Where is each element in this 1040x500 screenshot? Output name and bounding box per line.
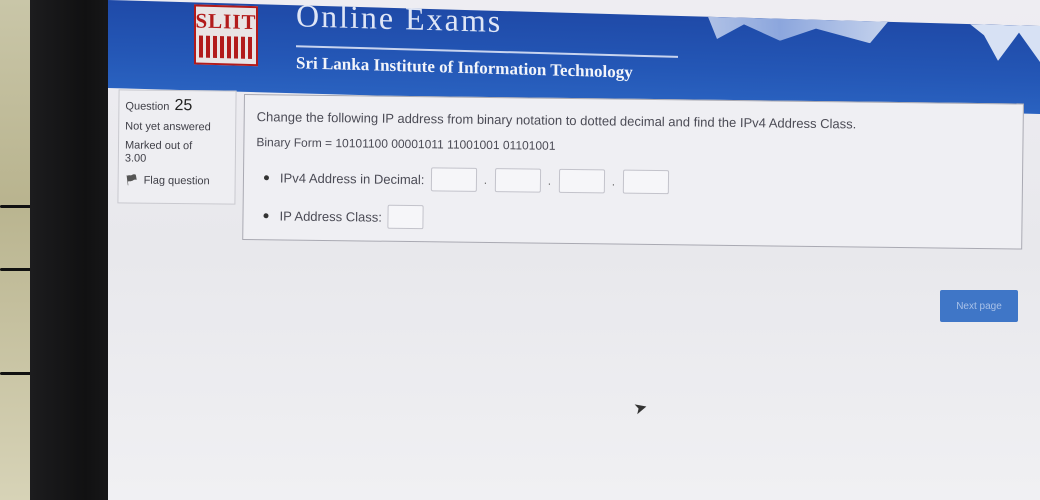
logo-text: SLIIT [195, 8, 257, 35]
marks-info: Marked out of 3.00 [125, 139, 229, 166]
ip-class-input[interactable] [387, 204, 425, 230]
octet-separator: . [611, 174, 616, 189]
octet-4-input[interactable] [622, 169, 669, 195]
sliit-logo: SLIIT [194, 4, 258, 67]
flag-icon: 🏴︎ [124, 174, 139, 187]
marks-label: Marked out of [124, 139, 193, 153]
mouse-pointer-icon: ➤ [632, 398, 650, 419]
question-number-value: 25 [174, 96, 193, 115]
next-page-button[interactable]: Next page [940, 290, 1018, 322]
marks-value: 3.00 [124, 152, 147, 165]
binary-form: Binary Form = 10101100 00001011 11001001… [256, 135, 556, 153]
header-decoration [970, 24, 1040, 62]
header-decoration [708, 17, 888, 44]
question-label: Question [125, 100, 170, 113]
question-text: Change the following IP address from bin… [256, 109, 857, 132]
site-subtitle: Sri Lanka Institute of Information Techn… [296, 53, 633, 82]
bullet [263, 212, 269, 218]
site-title: Online Exams [296, 0, 503, 40]
octet-separator: . [547, 173, 552, 188]
class-answer-row: IP Address Class: [263, 203, 425, 230]
decimal-answer-row: IPv4 Address in Decimal: . . . [263, 165, 669, 195]
flag-question-link[interactable]: 🏴︎ Flag question [125, 173, 229, 187]
flag-question-label: Flag question [143, 174, 210, 187]
octet-2-input[interactable] [494, 168, 541, 193]
class-label: IP Address Class: [279, 207, 382, 225]
question-info-box: Question 25 Not yet answered Marked out … [117, 89, 237, 205]
bullet [263, 174, 270, 180]
octet-3-input[interactable] [558, 168, 605, 194]
octet-1-input[interactable] [430, 167, 477, 192]
octet-separator: . [483, 172, 488, 187]
answer-status: Not yet answered [125, 120, 211, 134]
screen: SLIIT Online Exams Sri Lanka Institute o… [108, 0, 1040, 500]
logo-emblem [199, 35, 253, 60]
question-number: Question 25 [125, 96, 229, 115]
question-content: Change the following IP address from bin… [242, 94, 1024, 250]
decimal-label: IPv4 Address in Decimal: [279, 169, 425, 187]
